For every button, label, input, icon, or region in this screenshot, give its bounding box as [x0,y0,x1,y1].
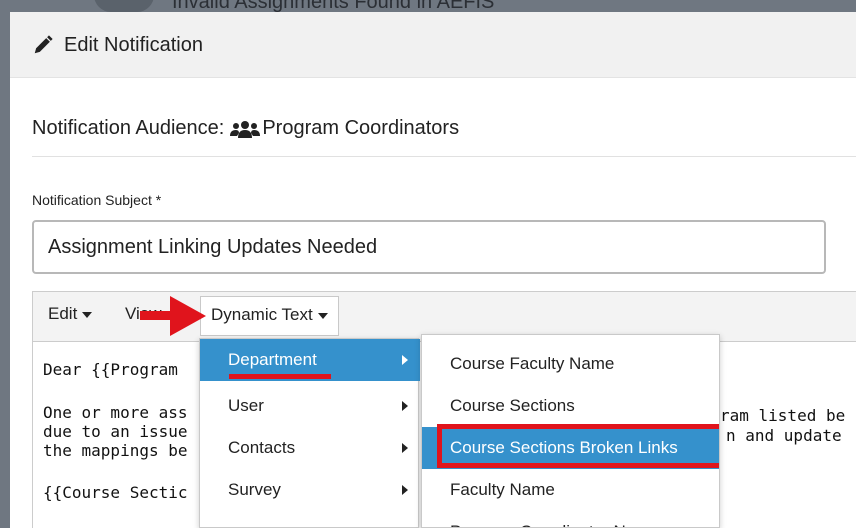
modal-header: Edit Notification [10,12,856,78]
menu-edit[interactable]: Edit [48,304,93,324]
content-line-peek: ram listed be [720,406,846,425]
menu-dynamic-text[interactable]: Dynamic Text [200,296,339,336]
submenu-item-course-sections[interactable]: Course Sections [422,385,719,427]
caret-down-icon [82,311,93,318]
audience-label: Notification Audience: [32,117,225,139]
users-icon [230,120,261,138]
chevron-right-icon [402,443,408,453]
dynamic-text-dropdown: Department User Contacts Survey [199,338,420,528]
background-page-header: Invalid Assignments Found in AEFIS [0,0,856,12]
dropdown-item-contacts[interactable]: Contacts [200,427,420,469]
dropdown-item-survey[interactable]: Survey [200,469,420,511]
dropdown-item-user[interactable]: User [200,385,420,427]
content-line: One or more ass [43,403,188,422]
content-line: Dear {{Program [43,360,178,379]
content-line-peek: n and update [726,426,842,445]
caret-down-icon [317,312,328,319]
content-line: due to an issue [43,422,188,441]
content-line: {{Course Sectic [43,483,188,502]
submenu-item-faculty-name[interactable]: Faculty Name [422,469,719,511]
divider [32,156,856,157]
content-line: the mappings be [43,441,188,460]
backdrop-shade [0,0,10,528]
modal-title: Edit Notification [64,34,203,56]
pencil-icon [34,35,53,54]
background-title: Invalid Assignments Found in AEFIS [172,0,495,12]
submenu-item-program-coordinator-name[interactable]: Program Coordinator Name [422,511,719,527]
audience-value: Program Coordinators [262,117,460,139]
background-mail-icon [94,0,154,12]
chevron-right-icon [402,485,408,495]
annotation-arrow-icon [140,296,206,336]
chevron-right-icon [402,401,408,411]
notification-audience: Notification Audience: Program Coordinat… [32,117,459,140]
submenu-item-course-faculty-name[interactable]: Course Faculty Name [422,343,719,385]
department-submenu: Course Faculty Name Course Sections Cour… [421,334,720,528]
chevron-right-icon [402,355,408,365]
annotation-highlight-box [437,424,719,468]
dropdown-item-department[interactable]: Department [200,339,420,381]
subject-input[interactable]: Assignment Linking Updates Needed [32,220,826,274]
annotation-underline [229,374,331,379]
subject-label: Notification Subject * [32,192,162,208]
